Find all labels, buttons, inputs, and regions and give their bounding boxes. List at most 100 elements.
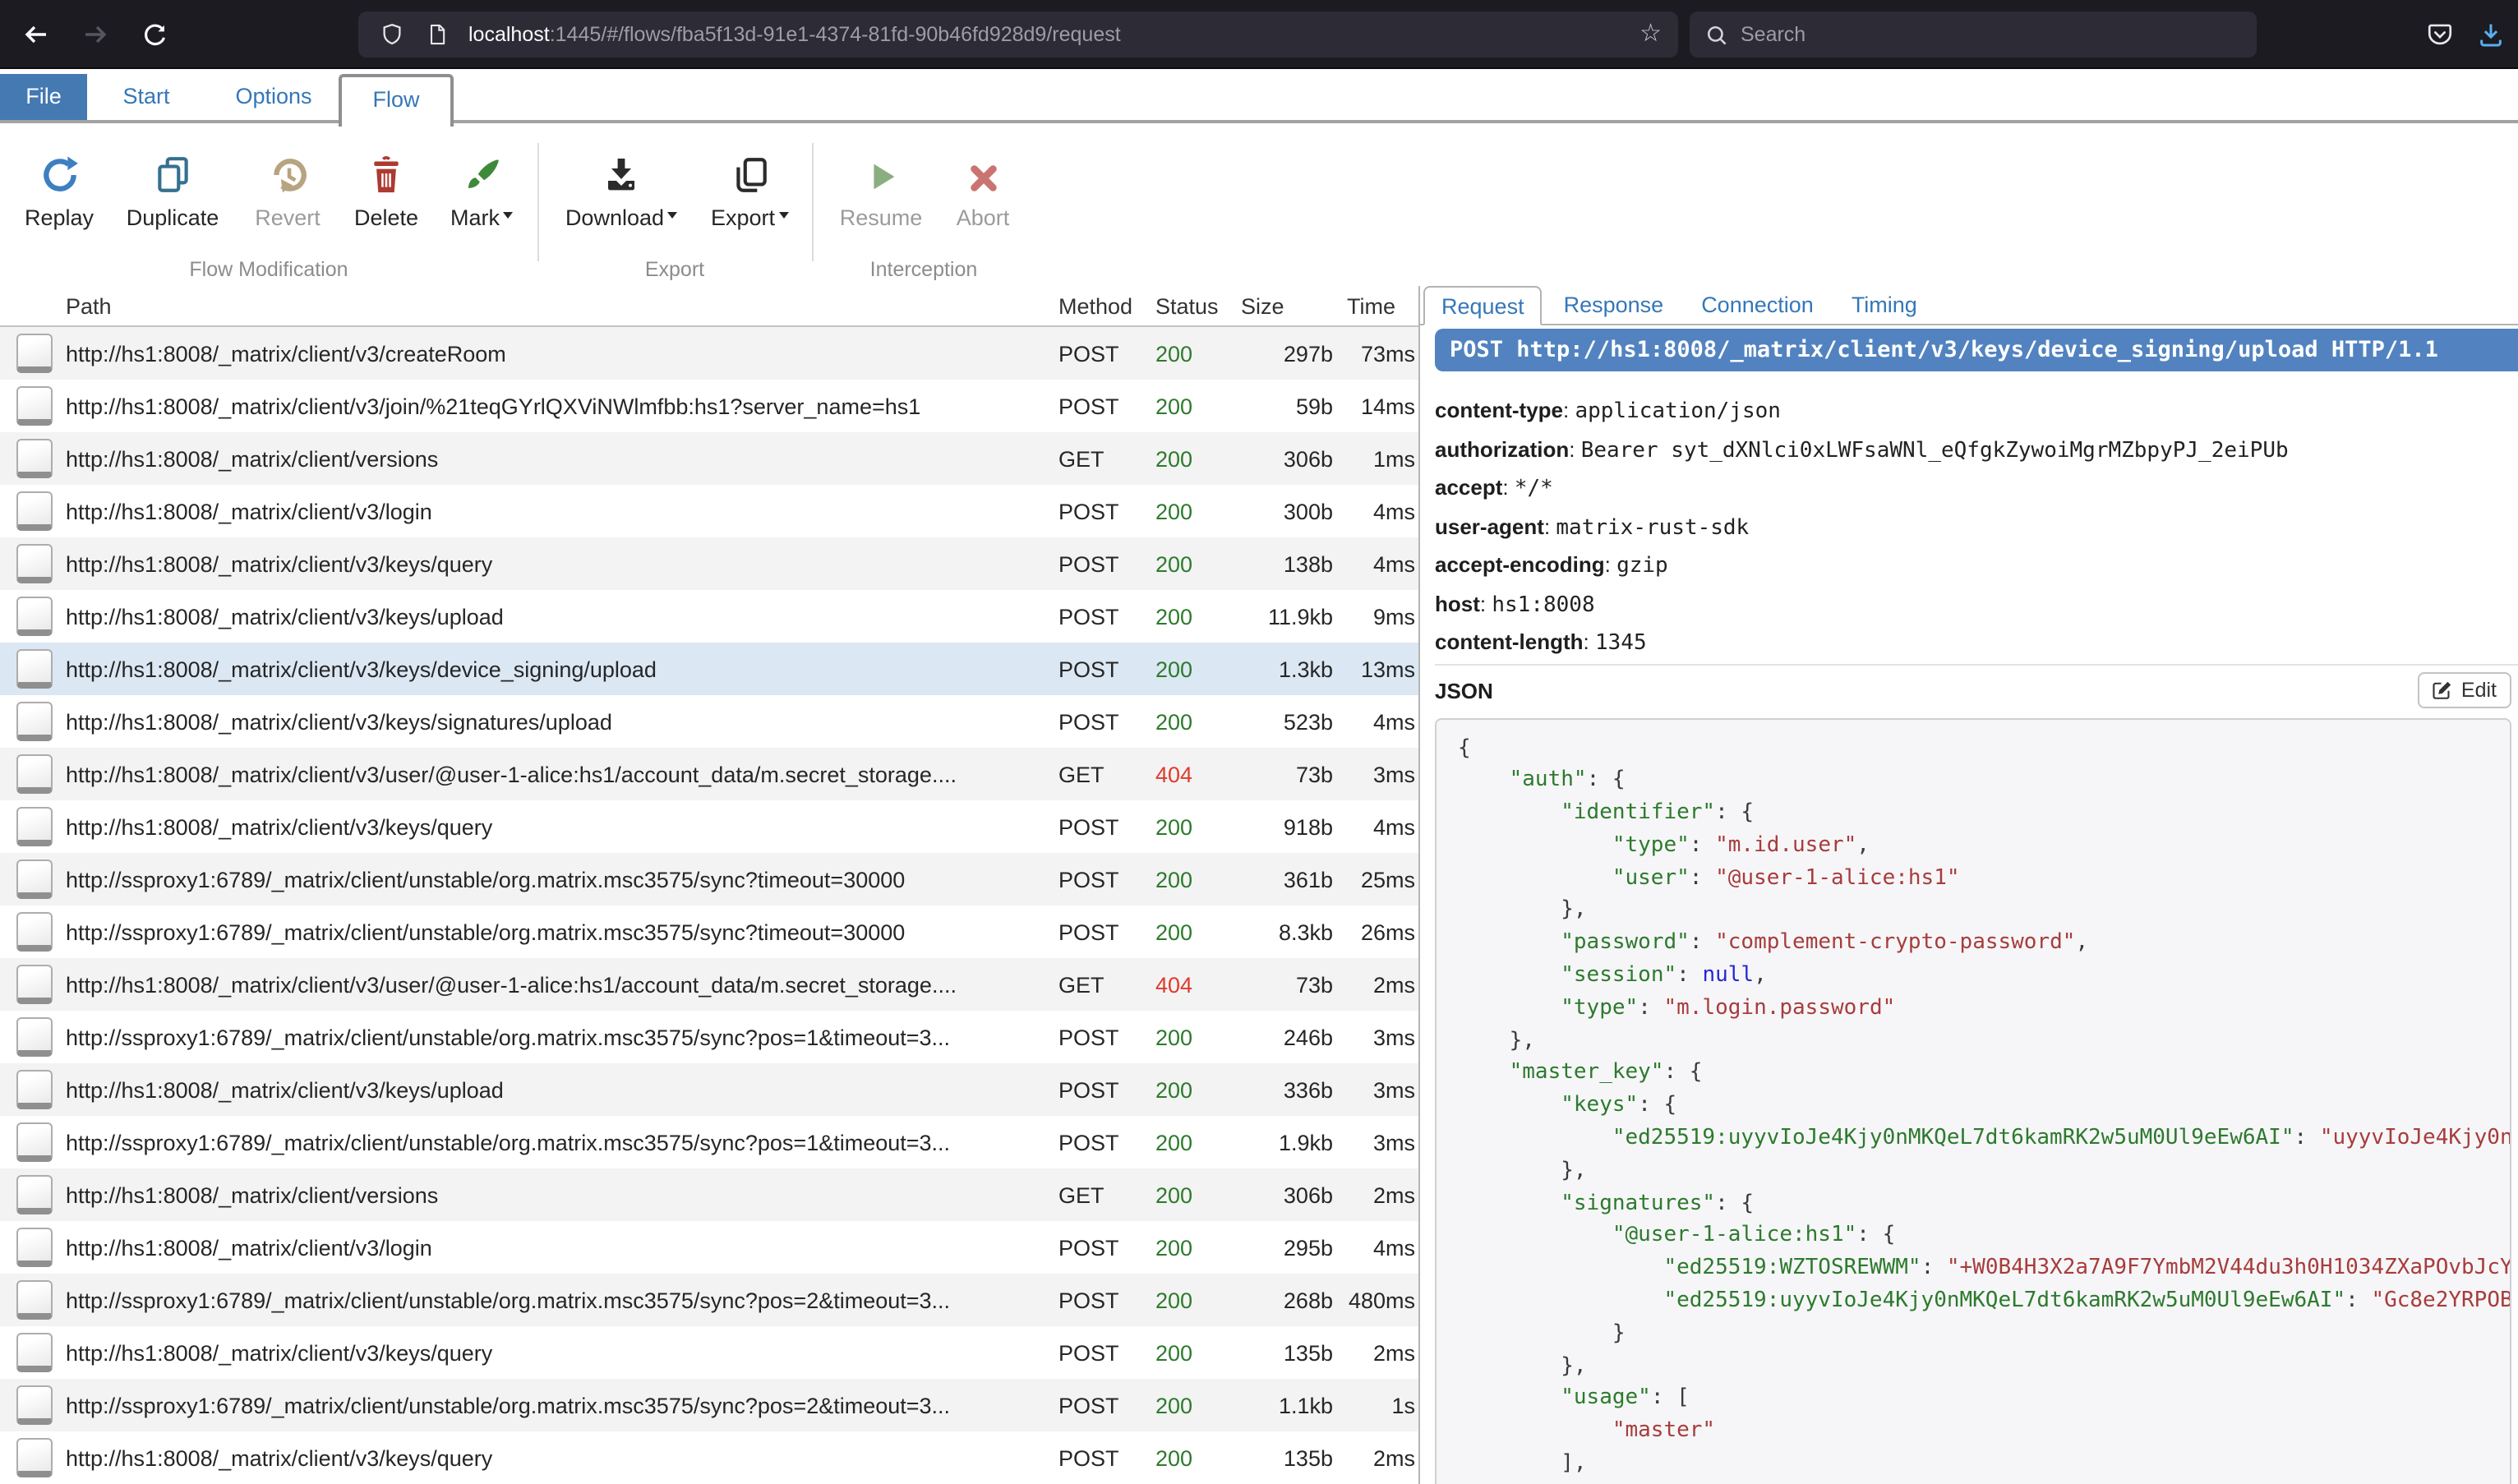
replay-button[interactable]: Replay — [13, 150, 105, 230]
flow-rows: http://hs1:8008/_matrix/client/v3/create… — [0, 327, 1418, 1484]
request-header[interactable]: content-length: 1345 — [1435, 623, 2518, 661]
column-header-size[interactable]: Size — [1234, 293, 1340, 318]
flow-size: 336b — [1234, 1077, 1340, 1102]
request-header[interactable]: accept-encoding: gzip — [1435, 546, 2518, 584]
delete-icon — [347, 150, 426, 196]
flow-method: POST — [1052, 1393, 1149, 1417]
back-button[interactable] — [13, 12, 59, 58]
flow-row[interactable]: http://hs1:8008/_matrix/client/v3/keys/q… — [0, 800, 1418, 853]
flow-row[interactable]: http://hs1:8008/_matrix/client/v3/keys/s… — [0, 695, 1418, 748]
flow-method: POST — [1052, 1445, 1149, 1470]
pocket-icon[interactable] — [2426, 21, 2454, 48]
detail-tab-response[interactable]: Response — [1547, 286, 1681, 324]
resume-button[interactable]: Resume — [837, 150, 925, 230]
flow-icon — [16, 807, 53, 846]
toolbar-separator — [537, 143, 539, 261]
reload-button[interactable] — [131, 12, 178, 58]
flow-row[interactable]: http://hs1:8008/_matrix/client/v3/keys/u… — [0, 1063, 1418, 1116]
flow-row[interactable]: http://hs1:8008/_matrix/client/v3/user/@… — [0, 748, 1418, 800]
flow-method: GET — [1052, 972, 1149, 997]
column-header-status[interactable]: Status — [1149, 293, 1234, 318]
url-host: localhost — [468, 23, 550, 46]
flow-row[interactable]: http://hs1:8008/_matrix/client/v3/keys/q… — [0, 1326, 1418, 1379]
duplicate-button[interactable]: Duplicate — [112, 150, 233, 230]
flow-row[interactable]: http://ssproxy1:6789/_matrix/client/unst… — [0, 906, 1418, 958]
flow-icon — [16, 1175, 53, 1214]
request-header[interactable]: content-type: application/json — [1435, 391, 2518, 430]
revert-button[interactable]: Revert — [248, 150, 327, 230]
flow-row[interactable]: http://ssproxy1:6789/_matrix/client/unst… — [0, 1011, 1418, 1063]
group-label-interception: Interception — [812, 258, 1035, 281]
menu-tab-flow[interactable]: Flow — [339, 74, 454, 127]
flow-row[interactable]: http://hs1:8008/_matrix/client/v3/keys/q… — [0, 537, 1418, 590]
flow-row[interactable]: http://hs1:8008/_matrix/client/versionsG… — [0, 1168, 1418, 1221]
flow-row[interactable]: http://ssproxy1:6789/_matrix/client/unst… — [0, 1116, 1418, 1168]
delete-button[interactable]: Delete — [347, 150, 426, 230]
edit-button[interactable]: Edit — [2419, 671, 2511, 707]
flow-status: 200 — [1149, 1235, 1234, 1260]
flow-size: 73b — [1234, 762, 1340, 786]
flow-time: 2ms — [1340, 1445, 1418, 1470]
mark-button[interactable]: Mark — [436, 150, 528, 230]
shield-icon[interactable] — [380, 21, 404, 48]
menu-tab-options[interactable]: Options — [214, 74, 334, 120]
flow-status: 404 — [1149, 762, 1234, 786]
search-bar[interactable]: Search — [1690, 12, 2257, 58]
flow-icon — [16, 491, 53, 531]
abort-button[interactable]: Abort — [945, 150, 1021, 230]
flow-method: POST — [1052, 394, 1149, 418]
flow-row[interactable]: http://ssproxy1:6789/_matrix/client/unst… — [0, 1274, 1418, 1326]
request-header[interactable]: host: hs1:8008 — [1435, 584, 2518, 623]
flow-row[interactable]: http://ssproxy1:6789/_matrix/client/unst… — [0, 1379, 1418, 1431]
request-header[interactable]: authorization: Bearer syt_dXNlci0xLWFsaW… — [1435, 430, 2518, 468]
request-header[interactable]: accept: */* — [1435, 468, 2518, 507]
flow-time: 4ms — [1340, 814, 1418, 839]
flow-time: 9ms — [1340, 604, 1418, 629]
detail-tab-request[interactable]: Request — [1423, 286, 1543, 325]
flow-row[interactable]: http://hs1:8008/_matrix/client/v3/join/%… — [0, 380, 1418, 432]
flow-status: 200 — [1149, 657, 1234, 681]
menu-tab-start[interactable]: Start — [100, 74, 192, 120]
flow-time: 14ms — [1340, 394, 1418, 418]
menu-tab-file[interactable]: File — [0, 74, 87, 120]
download-button[interactable]: Download — [560, 150, 682, 230]
detail-tab-timing[interactable]: Timing — [1835, 286, 1934, 324]
flow-time: 1ms — [1340, 446, 1418, 471]
flow-path: http://hs1:8008/_matrix/client/v3/join/%… — [59, 394, 1052, 418]
request-header[interactable]: user-agent: matrix-rust-sdk — [1435, 507, 2518, 546]
downloads-icon[interactable] — [2477, 21, 2505, 48]
flow-row[interactable]: http://hs1:8008/_matrix/client/v3/keys/u… — [0, 590, 1418, 643]
flow-row[interactable]: http://hs1:8008/_matrix/client/v3/loginP… — [0, 485, 1418, 537]
flow-row[interactable]: http://hs1:8008/_matrix/client/versionsG… — [0, 432, 1418, 485]
url-bar[interactable]: localhost:1445/#/flows/fba5f13d-91e1-437… — [358, 12, 1678, 58]
flow-method: POST — [1052, 1235, 1149, 1260]
flow-status: 200 — [1149, 551, 1234, 576]
group-label-export: Export — [537, 258, 812, 281]
revert-icon — [248, 150, 327, 196]
flow-row[interactable]: http://hs1:8008/_matrix/client/v3/keys/q… — [0, 1431, 1418, 1484]
flow-row[interactable]: http://hs1:8008/_matrix/client/v3/create… — [0, 327, 1418, 380]
flow-icon — [16, 965, 53, 1004]
flow-row[interactable]: http://hs1:8008/_matrix/client/v3/loginP… — [0, 1221, 1418, 1274]
detail-tab-connection[interactable]: Connection — [1685, 286, 1830, 324]
flow-status: 200 — [1149, 1025, 1234, 1049]
flow-icon — [16, 597, 53, 636]
forward-button[interactable] — [72, 12, 118, 58]
column-header-method[interactable]: Method — [1052, 293, 1149, 318]
flow-status: 200 — [1149, 1393, 1234, 1417]
flow-row[interactable]: http://hs1:8008/_matrix/client/v3/keys/d… — [0, 643, 1418, 695]
abort-icon — [945, 150, 1021, 196]
flow-row[interactable]: http://hs1:8008/_matrix/client/v3/user/@… — [0, 958, 1418, 1011]
column-header-path[interactable]: Path — [59, 293, 1052, 318]
flow-row[interactable]: http://ssproxy1:6789/_matrix/client/unst… — [0, 853, 1418, 906]
flow-icon — [16, 912, 53, 952]
flow-size: 361b — [1234, 867, 1340, 892]
bookmark-star-icon[interactable]: ☆ — [1639, 18, 1662, 48]
flow-time: 3ms — [1340, 1025, 1418, 1049]
export-button[interactable]: Export — [697, 150, 802, 230]
flow-size: 295b — [1234, 1235, 1340, 1260]
caret-down-icon — [667, 212, 677, 224]
page-info-icon[interactable] — [426, 21, 449, 48]
flow-status: 200 — [1149, 919, 1234, 944]
column-header-time[interactable]: Time — [1340, 293, 1418, 318]
